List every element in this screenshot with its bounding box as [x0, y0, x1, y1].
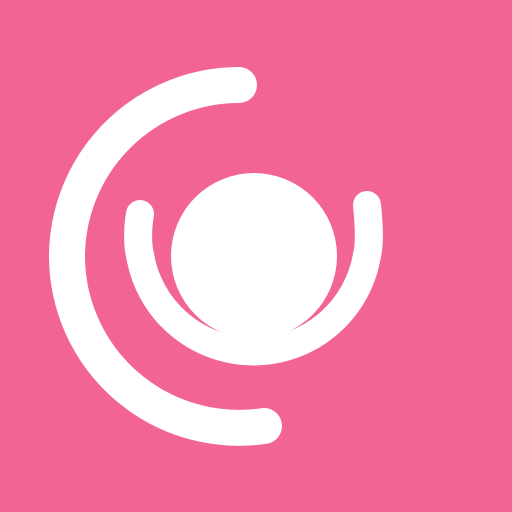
app-icon-canvas: [0, 0, 512, 512]
concentric-arcs-dot-icon: [0, 0, 512, 512]
center-dot: [171, 173, 337, 339]
